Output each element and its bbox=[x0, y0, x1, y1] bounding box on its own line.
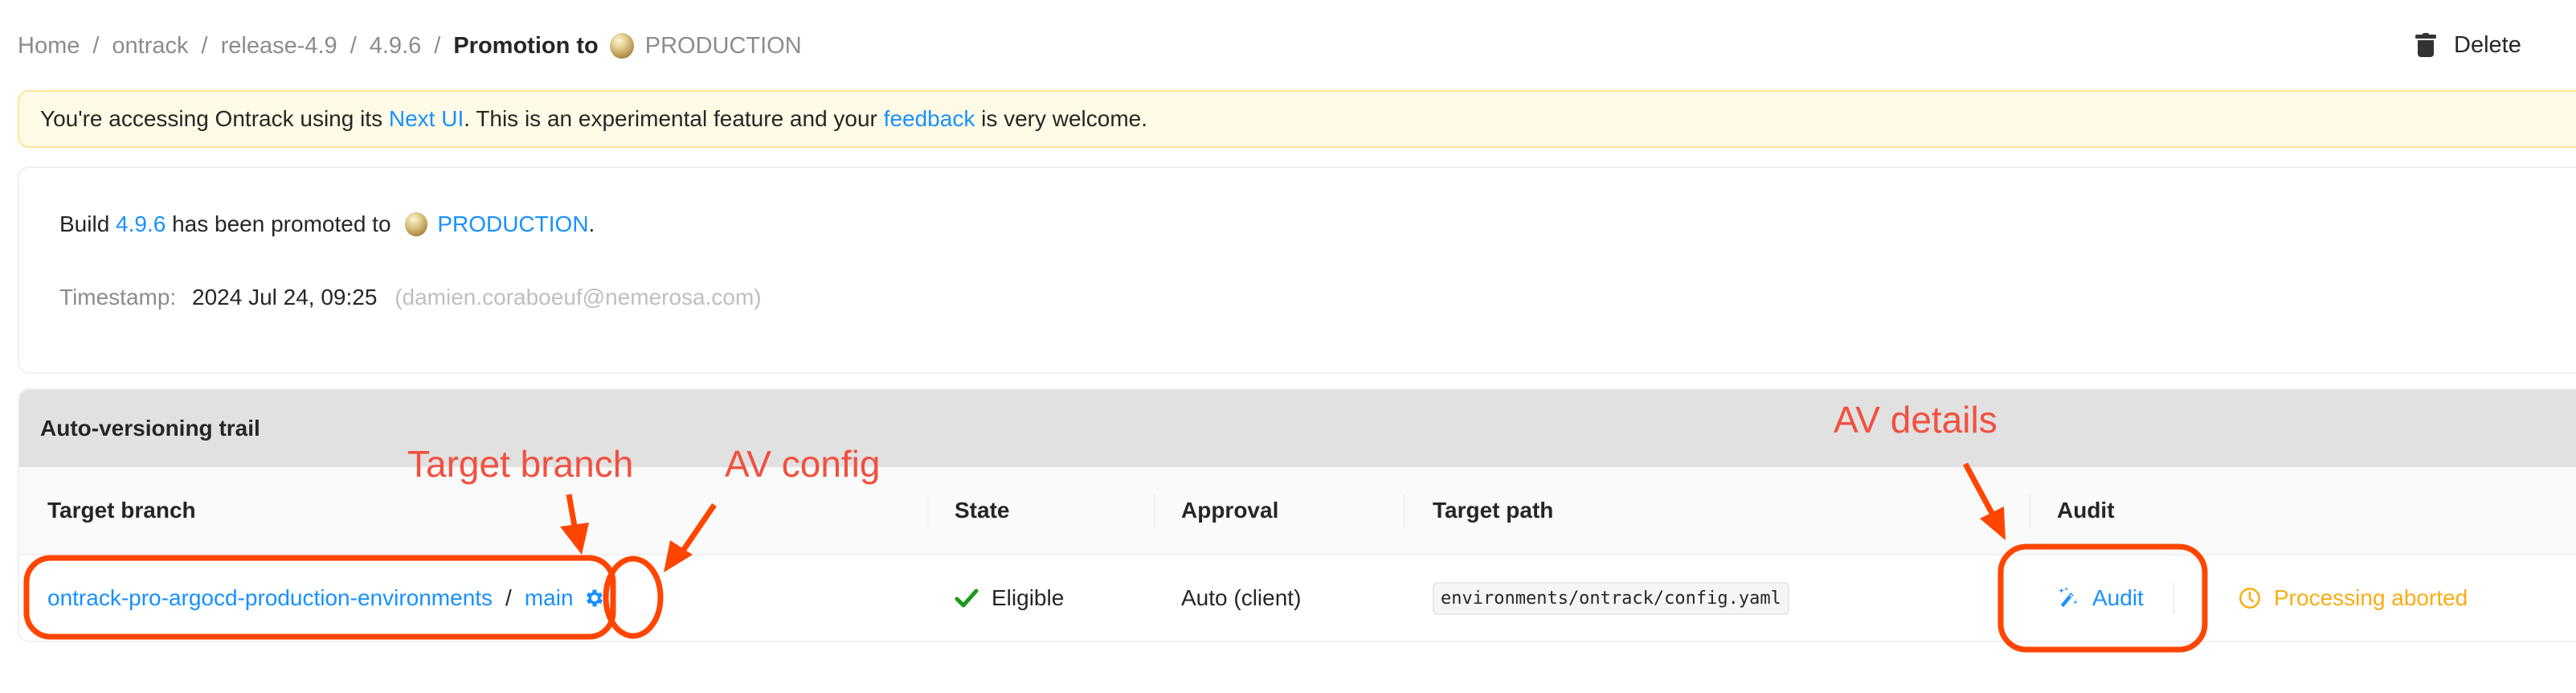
promotion-info-card: Build 4.9.6 has been promoted to PRODUCT… bbox=[18, 166, 2576, 374]
cell-audit-status: Processing aborted bbox=[2239, 556, 2468, 641]
magic-wand-icon bbox=[2059, 587, 2078, 608]
column-header-target-path[interactable]: Target path bbox=[1433, 467, 1553, 554]
column-header-approval[interactable]: Approval bbox=[1181, 467, 1278, 554]
promotion-summary: Build 4.9.6 has been promoted to PRODUCT… bbox=[59, 211, 595, 237]
cell-audit: Audit bbox=[2055, 556, 2144, 641]
page-title: Promotion to bbox=[453, 32, 599, 59]
banner-text: . This is an experimental feature and yo… bbox=[464, 106, 884, 131]
cell-target-path: environments/ontrack/config.yaml bbox=[1433, 556, 1789, 641]
timestamp-value: 2024 Jul 24, 09:25 bbox=[192, 285, 378, 310]
target-path-value: environments/ontrack/config.yaml bbox=[1433, 581, 1789, 615]
delete-button[interactable]: Delete bbox=[2415, 27, 2521, 63]
build-link[interactable]: 4.9.6 bbox=[116, 211, 166, 237]
next-ui-link[interactable]: Next UI bbox=[389, 106, 464, 132]
card-title: Auto-versioning trail bbox=[19, 390, 2576, 467]
audit-status: Processing aborted bbox=[2239, 585, 2468, 611]
promotion-text: has been promoted to bbox=[166, 211, 398, 236]
approval-value: Auto (client) bbox=[1181, 585, 1302, 610]
target-project-link[interactable]: ontrack-pro-argocd-production-environmen… bbox=[47, 585, 493, 611]
page-title-promotion: PRODUCTION bbox=[644, 32, 802, 59]
banner-text: You're accessing Ontrack using its bbox=[40, 106, 389, 131]
breadcrumb-separator: / bbox=[201, 32, 208, 59]
table-header: Target branch State Approval Target path… bbox=[19, 467, 2576, 556]
timestamp-label: Timestamp: bbox=[59, 285, 177, 310]
auto-versioning-trail-card: Auto-versioning trail Target branch Stat… bbox=[18, 388, 2576, 642]
timestamp-line: Timestamp: 2024 Jul 24, 09:25 (damien.co… bbox=[59, 285, 762, 310]
breadcrumb-separator: / bbox=[434, 32, 441, 59]
column-divider bbox=[2030, 494, 2031, 528]
breadcrumb-separator: / bbox=[350, 32, 357, 59]
gear-icon[interactable] bbox=[583, 587, 606, 609]
annotation-av-config: AV config bbox=[725, 443, 881, 485]
column-header-state[interactable]: State bbox=[955, 467, 1009, 554]
audit-status-text: Processing aborted bbox=[2274, 585, 2468, 610]
check-icon bbox=[955, 588, 979, 608]
trash-icon bbox=[2415, 33, 2436, 57]
cell-state: Eligible bbox=[955, 556, 1064, 641]
gold-medal-icon bbox=[609, 33, 634, 59]
audit-divider bbox=[2173, 582, 2174, 614]
column-divider bbox=[1404, 494, 1405, 528]
state-value: Eligible bbox=[992, 585, 1065, 610]
clock-icon bbox=[2239, 588, 2260, 609]
experimental-ui-banner: You're accessing Ontrack using its Next … bbox=[18, 90, 2576, 148]
promotion-level-link[interactable]: PRODUCTION bbox=[437, 211, 588, 237]
cell-target-branch: ontrack-pro-argocd-production-environmen… bbox=[47, 556, 606, 641]
breadcrumb-separator: / bbox=[92, 32, 100, 59]
promotion-text: Build bbox=[59, 211, 117, 236]
promotion-text: . bbox=[588, 211, 595, 236]
breadcrumb: Home / ontrack / release-4.9 / 4.9.6 / P… bbox=[18, 31, 802, 61]
column-header-audit[interactable]: Audit bbox=[2057, 467, 2115, 554]
column-divider bbox=[927, 494, 929, 528]
audit-label: Audit bbox=[2092, 585, 2144, 610]
breadcrumb-home[interactable]: Home bbox=[18, 33, 80, 59]
table-row: ontrack-pro-argocd-production-environmen… bbox=[19, 556, 2576, 641]
column-header-target-branch[interactable]: Target branch bbox=[47, 467, 196, 554]
annotation-av-details: AV details bbox=[1834, 399, 1997, 441]
audit-link[interactable]: Audit bbox=[2055, 585, 2144, 611]
breadcrumb-project[interactable]: ontrack bbox=[112, 33, 188, 59]
branch-separator: / bbox=[505, 585, 512, 610]
timestamp-user: (damien.coraboeuf@nemerosa.com) bbox=[395, 285, 762, 310]
cell-approval: Auto (client) bbox=[1181, 556, 1301, 641]
target-branch-link[interactable]: main bbox=[525, 585, 574, 611]
delete-label: Delete bbox=[2454, 31, 2521, 58]
annotation-target-branch: Target branch bbox=[407, 443, 634, 485]
banner-text: is very welcome. bbox=[975, 106, 1148, 131]
column-divider bbox=[1154, 494, 1155, 528]
feedback-link[interactable]: feedback bbox=[884, 106, 975, 132]
breadcrumb-build[interactable]: 4.9.6 bbox=[370, 33, 422, 59]
gold-medal-icon bbox=[405, 212, 428, 236]
breadcrumb-branch[interactable]: release-4.9 bbox=[221, 33, 337, 59]
